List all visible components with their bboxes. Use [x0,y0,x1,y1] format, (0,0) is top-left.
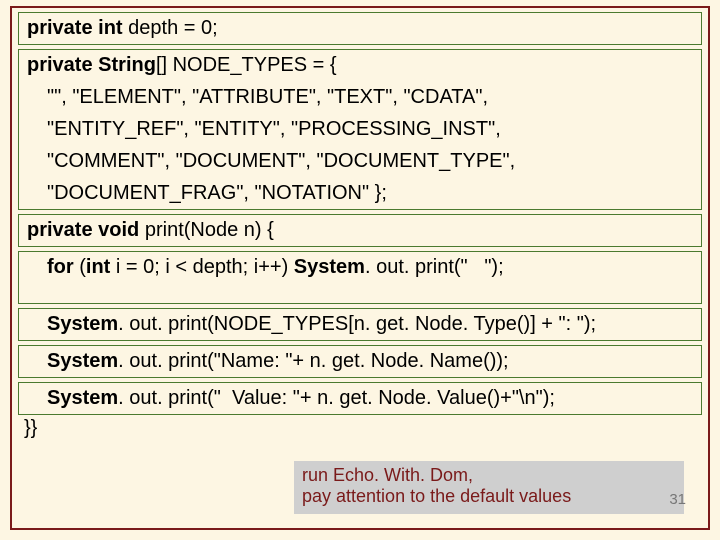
code-text: . out. print(" Value: "+ n. get. Node. V… [118,387,555,409]
code-text: depth = 0; [128,17,218,39]
kw-system: System [47,387,118,409]
kw-void: void [98,219,139,241]
code-row-6: System. out. print("Name: "+ n. get. Nod… [18,345,702,378]
kw-system: System [294,256,365,278]
closing-braces: }} [22,417,702,440]
code-text: [] NODE_TYPES = { [156,54,337,76]
kw-for: for [47,256,74,278]
kw-system: System [47,350,118,372]
code-text: . out. print("Name: "+ n. get. Node. Nam… [118,350,508,372]
code-text: "DOCUMENT_FRAG", "NOTATION" }; [27,182,387,205]
footnote-box: run Echo. With. Dom, pay attention to th… [294,461,684,514]
code-row-2: private String[] NODE_TYPES = { "", "ELE… [18,49,702,210]
kw-int: int [98,17,122,39]
code-text: . out. print(NODE_TYPES[n. get. Node. Ty… [118,313,596,335]
code-row-5: System. out. print(NODE_TYPES[n. get. No… [18,308,702,341]
code-text: . out. print(" "); [365,256,504,278]
kw-string: String [98,54,156,76]
code-row-1: private int depth = 0; [18,12,702,45]
kw-private: private [27,54,93,76]
code-text: "", "ELEMENT", "ATTRIBUTE", "TEXT", "CDA… [27,86,488,109]
code-text: ( [79,256,86,278]
kw-private: private [27,219,93,241]
footnote-line-2: pay attention to the default values [302,486,676,508]
code-text: "COMMENT", "DOCUMENT", "DOCUMENT_TYPE", [27,150,515,173]
code-text: print(Node n) { [145,219,274,241]
kw-int: int [86,256,110,278]
code-text: i = 0; i < depth; i++) [110,256,293,278]
page-number: 31 [669,491,686,508]
kw-system: System [47,313,118,335]
code-row-7: System. out. print(" Value: "+ n. get. N… [18,382,702,415]
slide-frame: private int depth = 0; private String[] … [10,6,710,530]
code-text: "ENTITY_REF", "ENTITY", "PROCESSING_INST… [27,118,501,141]
code-row-3: private void print(Node n) { [18,214,702,247]
code-row-4: for (int i = 0; i < depth; i++) System. … [18,251,702,304]
footnote-line-1: run Echo. With. Dom, [302,465,676,487]
kw-private: private [27,17,93,39]
